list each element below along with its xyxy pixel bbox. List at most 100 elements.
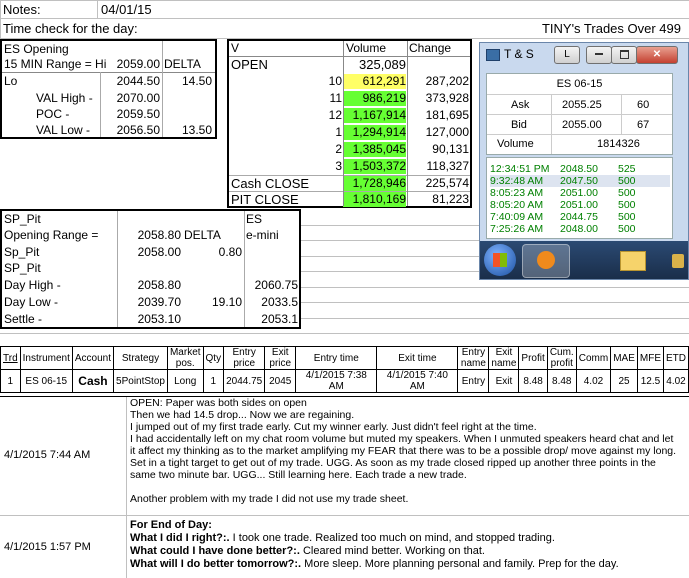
ts-trade-row: 12:34:51 PM 2048.50 525 [490, 163, 636, 175]
change-10: 287,202 [425, 74, 469, 88]
range-label: 15 MIN Range = Hi [4, 57, 107, 71]
val-high-value: 2070.00 [116, 91, 160, 105]
day-low-value: 2039.70 [137, 295, 181, 309]
ask-label: Ask [511, 99, 530, 111]
cell-etd: 4.02 [663, 369, 689, 393]
notes-date: 04/01/15 [101, 2, 152, 17]
col-entry-name: Entry name [457, 346, 490, 370]
cell-qty: 1 [202, 369, 225, 393]
col-entry-time: Entry time [295, 346, 378, 370]
close-icon: ✕ [652, 49, 662, 60]
volume-12: 1,167,914 [343, 108, 406, 123]
val-high-label: VAL High - [36, 91, 93, 105]
es-label: ES [246, 212, 263, 226]
hour-1: 1 [335, 125, 342, 139]
es-opening-box: ES Opening 15 MIN Range = Hi 2059.00 DEL… [0, 39, 217, 139]
lock-taskbar-button[interactable] [668, 244, 688, 276]
volume-header: Volume [346, 41, 387, 55]
end-of-day-notes: For End of Day: What I did I right?:. I … [130, 519, 686, 571]
ts-volume-value: 1814326 [597, 138, 640, 150]
windows-logo-icon [493, 253, 507, 267]
change-3: 118,327 [426, 159, 470, 173]
cell-entry-name: Entry [457, 369, 490, 393]
volume-2: 1,385,045 [343, 142, 406, 157]
cash-close-change: 225,574 [425, 176, 469, 190]
minimize-icon [595, 53, 603, 56]
cell-account: Cash [71, 369, 115, 393]
time-and-sales-window[interactable]: T & S L ✕ ES 06-15 Ask 2055.25 60 Bid 20… [479, 42, 689, 280]
col-trd: Trd [0, 346, 21, 370]
lo-value: 2044.50 [116, 74, 160, 88]
sp-pit-delta: 0.80 [218, 245, 242, 259]
link-button[interactable]: L [554, 46, 580, 64]
sp-pit-title: SP_Pit [4, 212, 41, 226]
change-11: 373,928 [425, 91, 469, 105]
eod-q2: What could I have done better?:. [130, 545, 300, 557]
lock-icon [672, 254, 684, 268]
table-row: 1 ES 06-15 Cash 5PointStop Long 1 2044.7… [0, 369, 689, 393]
col-comm: Comm [575, 346, 612, 370]
day-high-value: 2058.80 [137, 278, 181, 292]
trades-header-row: Trd Instrument Account Strategy Market p… [0, 346, 689, 370]
col-etd: ETD [663, 346, 689, 370]
sp-pit-row-label: Sp_Pit [4, 245, 40, 259]
journal-entry-text: OPEN: Paper was both sides on open Then … [130, 397, 677, 505]
col-market-pos: Market pos. [166, 346, 204, 370]
cash-close-label: Cash CLOSE [231, 176, 310, 191]
media-player-icon [537, 251, 555, 269]
cell-mfe: 12.5 [636, 369, 665, 393]
close-button[interactable]: ✕ [636, 46, 678, 64]
opening-range-label: Opening Range = [4, 228, 99, 242]
ask-size: 60 [637, 99, 650, 111]
volume-3: 1,503,372 [343, 159, 406, 174]
change-1: 127,000 [425, 125, 469, 139]
day-low-es: 2033.5 [261, 295, 298, 309]
ts-trade-row: 8:05:23 AM 2051.00 500 [490, 187, 636, 199]
hour-10: 10 [328, 74, 342, 88]
change-2: 90,131 [432, 142, 469, 156]
start-button[interactable] [484, 244, 516, 276]
trades-table: Trd Instrument Account Strategy Market p… [0, 346, 689, 393]
opening-range-value: 2058.80 [137, 228, 181, 242]
cell-profit: 8.48 [518, 369, 548, 393]
sp-pit-row-value: 2058.00 [137, 245, 181, 259]
maximize-button[interactable] [611, 46, 637, 64]
col-strategy: Strategy [113, 346, 168, 370]
eod-a2: Cleared mind better. Working on that. [299, 545, 485, 557]
pit-close-change: 81,223 [432, 192, 469, 206]
range-hi: 2059.00 [116, 57, 160, 71]
delta-value: 14.50 [181, 74, 212, 88]
poc-label: POC - [36, 107, 70, 121]
cell-instrument: ES 06-15 [19, 369, 73, 393]
col-entry-price: Entry price [223, 346, 266, 370]
hour-3: 3 [335, 159, 342, 173]
ts-trade-row: 7:40:09 AM 2044.75 500 [490, 211, 636, 223]
ts-quote-panel: ES 06-15 Ask 2055.25 60 Bid 2055.00 67 V… [486, 73, 673, 155]
cell-trd: 1 [0, 369, 21, 393]
cell-exit-time: 4/1/2015 7:40 AM [376, 369, 459, 393]
day-low-delta: 19.10 [211, 295, 242, 309]
ts-trade-row: 7:25:26 AM 2048.00 500 [490, 223, 636, 235]
minimize-button[interactable] [586, 46, 612, 64]
col-exit-time: Exit time [376, 346, 459, 370]
col-instrument: Instrument [19, 346, 73, 370]
col-mfe: MFE [636, 346, 665, 370]
settle-value: 2053.10 [137, 312, 181, 326]
bid-label: Bid [511, 119, 527, 131]
folder-icon [620, 251, 646, 271]
cell-comm: 4.02 [575, 369, 612, 393]
media-player-taskbar-button[interactable] [522, 244, 570, 278]
pit-close-label: PIT CLOSE [231, 192, 299, 207]
eod-q3: What will I do better tomorrow?:. [130, 558, 302, 570]
col-qty: Qty [202, 346, 225, 370]
val-low-value: 2056.50 [116, 123, 160, 137]
hour-12: 12 [328, 108, 342, 122]
cell-entry-price: 2044.75 [223, 369, 266, 393]
day-low-label: Day Low - [4, 295, 59, 309]
explorer-taskbar-button[interactable] [608, 244, 654, 276]
notes-label: Notes: [3, 2, 41, 17]
ts-trade-row: 8:05:20 AM 2051.00 500 [490, 199, 636, 211]
open-label: OPEN [231, 57, 268, 72]
cash-close-volume: 1,728,946 [343, 176, 406, 191]
eod-a3: More sleep. More planning personal and f… [301, 558, 619, 570]
